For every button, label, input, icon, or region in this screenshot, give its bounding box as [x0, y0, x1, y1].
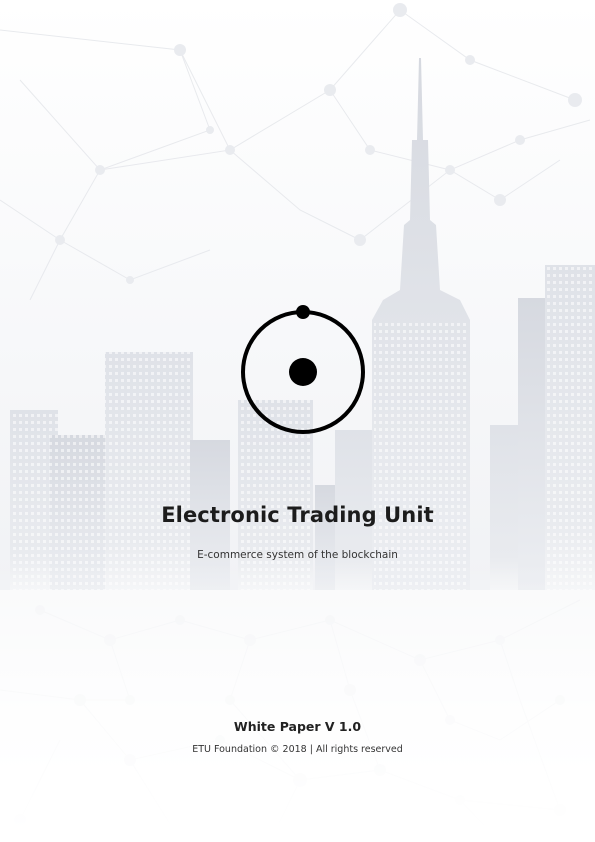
- copyright-notice: ETU Foundation © 2018 | All rights reser…: [192, 744, 403, 755]
- document-title: Electronic Trading Unit: [161, 503, 434, 527]
- document-version: White Paper V 1.0: [233, 719, 362, 734]
- white-paper-cover: Electronic Trading Unit E-commerce syste…: [0, 0, 595, 842]
- document-subtitle: E-commerce system of the blockchain: [197, 549, 398, 561]
- orbit-logo-icon: [241, 305, 365, 434]
